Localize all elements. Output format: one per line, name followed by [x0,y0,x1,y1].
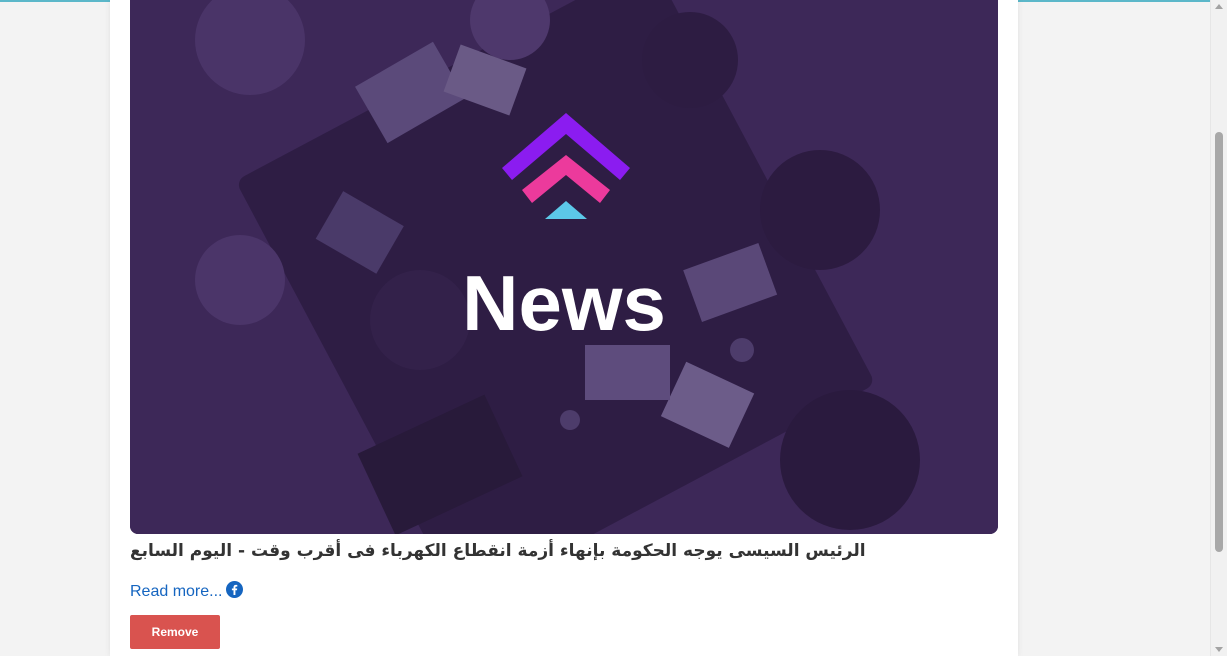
news-card: News الرئيس السيسى يوجه الحكومة بإنهاء أ… [110,0,1018,656]
vertical-scrollbar[interactable] [1210,0,1227,656]
read-more-row: Read more... [130,578,244,606]
facebook-icon[interactable] [226,580,244,598]
hero-news-caption: News [462,259,666,347]
remove-button[interactable]: Remove [130,615,220,649]
scroll-up-arrow-icon[interactable] [1215,4,1223,9]
news-hero-illustration: News [130,0,998,534]
news-hero-image: News [130,0,998,534]
scroll-down-arrow-icon[interactable] [1215,647,1223,652]
article-headline: الرئيس السيسى يوجه الحكومة بإنهاء أزمة ا… [130,541,866,561]
read-more-link[interactable]: Read more... [130,578,222,606]
scrollbar-thumb[interactable] [1215,132,1223,552]
